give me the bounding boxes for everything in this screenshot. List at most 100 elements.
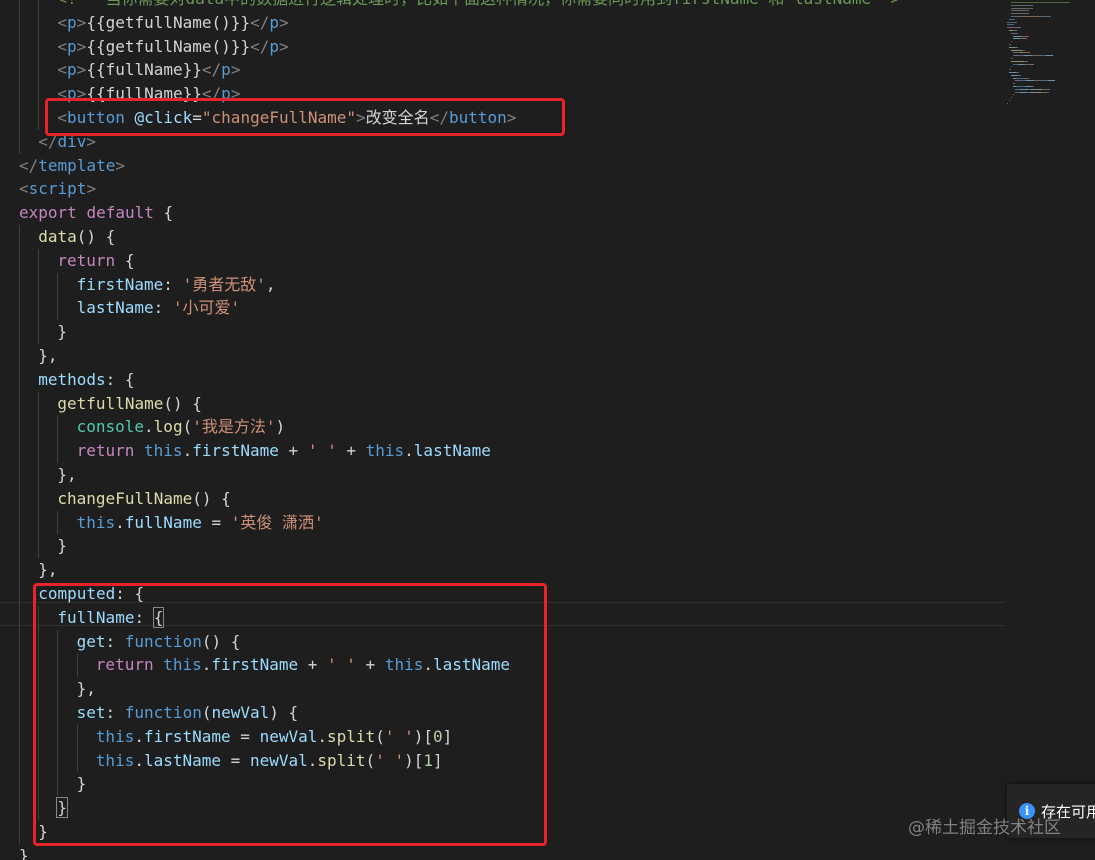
- code-token: }: [57, 322, 68, 342]
- minimap[interactable]: [1005, 0, 1095, 110]
- watermark: @稀土掘金技术社区: [908, 818, 1061, 838]
- minimap-stroke: [1024, 55, 1032, 57]
- indent-guide: [19, 510, 20, 535]
- code-token: {{getfullName()}}: [86, 12, 251, 32]
- code-line[interactable]: firstName: '勇者无敌',: [0, 272, 1000, 297]
- indent-guide: [38, 272, 40, 297]
- code-editor[interactable]: <!-- 当你需要对data中的数据进行逻辑处理时，比如下面这种情况，你需要同时…: [0, 0, 1095, 860]
- code-line-content: this.fullName = '英俊 潇洒': [77, 511, 324, 535]
- code-line-content: <!-- 当你需要对data中的数据进行逻辑处理时，比如下面这种情况，你需要同时…: [57, 0, 900, 11]
- code-token: >: [115, 155, 125, 175]
- code-token: '勇者无敌': [182, 274, 266, 294]
- minimap-stroke: [1011, 49, 1021, 51]
- minimap-stroke: [1016, 32, 1018, 34]
- indent-guide: [57, 415, 59, 440]
- code-line[interactable]: data() {: [0, 224, 1000, 249]
- code-token: () {: [76, 226, 116, 246]
- code-line[interactable]: methods: {: [0, 367, 1000, 392]
- code-token: '英俊 潇洒': [230, 512, 324, 532]
- code-token: template: [38, 155, 116, 175]
- indent-guide: [38, 296, 40, 321]
- code-token: </: [250, 36, 270, 56]
- minimap-stroke: [1014, 7, 1029, 9]
- code-token: default: [86, 203, 154, 223]
- code-line[interactable]: return this.firstName + ' ' + this.lastN…: [0, 439, 1000, 463]
- code-line[interactable]: <p>{{fullName}}</p>: [0, 58, 1000, 83]
- minimap-stroke: [1013, 30, 1017, 31]
- code-token: this: [365, 441, 405, 461]
- minimap-stroke: [1019, 27, 1021, 29]
- minimap-stroke: [1013, 38, 1020, 40]
- code-line[interactable]: },: [0, 558, 1000, 582]
- minimap-stroke: [1011, 2, 1070, 3]
- code-token: return: [76, 441, 135, 461]
- minimap-stroke: [1048, 91, 1049, 93]
- minimap-stroke: [1016, 21, 1017, 23]
- code-line-content: }: [19, 844, 29, 860]
- minimap-stroke: [1032, 7, 1033, 9]
- minimap-stroke: [1022, 38, 1027, 40]
- code-token: '小可爱': [172, 298, 241, 318]
- code-token: .: [404, 441, 414, 461]
- minimap-stroke: [1014, 10, 1025, 12]
- minimap-stroke: [1028, 13, 1029, 15]
- code-line[interactable]: return {: [0, 248, 1000, 273]
- minimap-stroke: [1011, 58, 1013, 59]
- code-line[interactable]: <script>: [0, 177, 1000, 201]
- code-line[interactable]: <!-- 当你需要对data中的数据进行逻辑处理时，比如下面这种情况，你需要同时…: [0, 0, 1000, 11]
- code-token: getfullName: [57, 393, 164, 413]
- code-line[interactable]: getfullName() {: [0, 391, 1000, 416]
- minimap-stroke: [1013, 94, 1014, 96]
- indent-guide: [38, 415, 40, 440]
- code-line[interactable]: lastName: '小可爱': [0, 296, 1000, 321]
- code-line[interactable]: changeFullName() {: [0, 486, 1000, 511]
- code-line[interactable]: <p>{{getfullName()}}</p>: [0, 10, 1000, 35]
- code-token: (: [182, 417, 193, 437]
- minimap-stroke: [1046, 55, 1053, 57]
- minimap-stroke: [1024, 60, 1028, 62]
- code-line-content: changeFullName() {: [57, 487, 230, 511]
- indent-guide: [57, 272, 59, 297]
- code-token: >: [86, 179, 97, 199]
- code-token: p: [67, 36, 77, 56]
- code-line[interactable]: }: [0, 844, 1000, 860]
- code-line[interactable]: },: [0, 343, 1000, 368]
- code-line[interactable]: export default {: [0, 201, 1000, 225]
- code-token: p: [221, 60, 231, 80]
- code-line[interactable]: },: [0, 462, 1000, 487]
- code-token: () {: [163, 393, 202, 413]
- minimap-stroke: [1020, 74, 1021, 76]
- code-token: >: [230, 60, 241, 80]
- indent-guide: [19, 343, 20, 368]
- minimap-stroke: [1009, 72, 1016, 73]
- indent-guide: [19, 224, 20, 249]
- code-line[interactable]: <p>{{getfullName()}}</p>: [0, 34, 1000, 59]
- code-token: changeFullName: [57, 488, 193, 508]
- code-line-content: return {: [57, 249, 134, 273]
- code-token: ): [275, 417, 286, 437]
- code-token: >: [278, 12, 289, 32]
- indent-guide: [38, 58, 40, 83]
- code-line[interactable]: }: [0, 320, 1000, 344]
- minimap-stroke: [1024, 16, 1038, 17]
- code-token: firstName: [192, 441, 279, 461]
- code-token: },: [38, 345, 58, 365]
- code-line-content: },: [57, 463, 76, 487]
- indent-guide: [38, 105, 40, 130]
- indent-guide: [19, 700, 20, 725]
- code-line[interactable]: }: [0, 534, 1000, 559]
- code-token: </: [201, 60, 222, 80]
- code-token: },: [38, 560, 58, 580]
- minimap-stroke: [1018, 86, 1025, 87]
- code-line-content: <p>{{fullName}}</p>: [57, 58, 240, 82]
- code-line[interactable]: this.fullName = '英俊 潇洒': [0, 510, 1000, 535]
- indent-guide: [19, 534, 20, 559]
- indent-guide: [38, 0, 40, 11]
- code-line-content: }: [57, 534, 67, 558]
- indent-guide: [19, 10, 20, 35]
- code-line[interactable]: </template>: [0, 154, 1000, 178]
- code-line[interactable]: console.log('我是方法'): [0, 415, 1000, 440]
- minimap-stroke: [1013, 83, 1015, 85]
- minimap-stroke: [1009, 69, 1011, 71]
